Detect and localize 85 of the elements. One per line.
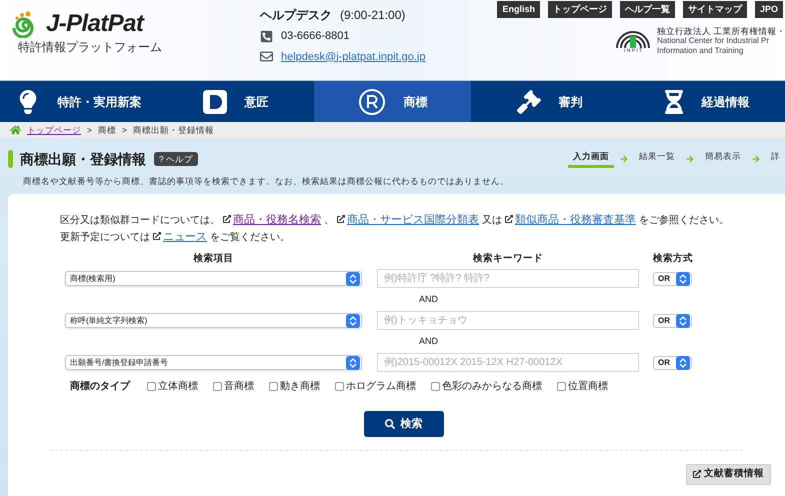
step-label: 結果一覧 [638, 150, 676, 164]
mail-icon [260, 50, 273, 64]
external-link[interactable]: ニュース [163, 230, 207, 243]
keyword-input[interactable]: 例)2015-00012X 2015-12X H27-00012X [377, 353, 639, 372]
external-link-icon [153, 232, 161, 240]
helpdesk-hours: (9:00-21:00) [340, 7, 406, 24]
column-header: 検索項目 [192, 252, 234, 266]
help-button[interactable]: ? ヘルプ [154, 152, 198, 166]
breadcrumb-item: 商標 [98, 124, 116, 136]
select-arrows-icon [676, 314, 690, 328]
select-arrows-icon [676, 356, 690, 370]
checkbox[interactable] [213, 382, 222, 391]
breadcrumb-separator: > [87, 124, 92, 136]
top-link-button[interactable]: サイトマップ [682, 1, 747, 18]
arrow-icon [752, 155, 760, 163]
arrow-icon [686, 155, 694, 163]
nav-tab[interactable]: 商標 [314, 81, 471, 122]
and-label: AND [419, 293, 438, 306]
column-header: 検索方式 [653, 252, 693, 266]
search-button[interactable]: 検索 [364, 410, 444, 437]
search-mode-select[interactable]: OR [653, 356, 692, 370]
external-link-icon [223, 214, 231, 223]
page-title: 商標出願・登録情報 [20, 150, 146, 169]
external-link-icon [337, 214, 345, 223]
select-arrows-icon [676, 272, 690, 286]
keyword-input[interactable]: 例)トッキョチョウ [377, 311, 639, 330]
checkbox[interactable] [557, 382, 566, 391]
checkbox[interactable] [147, 382, 156, 391]
search-mode-select[interactable]: OR [653, 314, 692, 328]
step-label: 簡易表示 [704, 150, 742, 164]
select-arrows-icon [346, 356, 360, 370]
top-link-button[interactable]: English [497, 1, 540, 18]
step-label: 入力画面 [568, 150, 614, 168]
checkbox-label: 位置商標 [568, 380, 608, 394]
type-label: 商標のタイプ [70, 379, 130, 394]
search-item-select[interactable]: 称呼(単純文字列検索) [65, 313, 362, 328]
top-link-button[interactable]: ヘルプ一覧 [620, 1, 675, 18]
arrow-icon [620, 155, 628, 163]
search-item-select[interactable]: 出願番号/書換登録申請番号 [65, 355, 362, 370]
phone-number: 03-6666-8801 [281, 29, 350, 44]
breadcrumb-item: 商標出願・登録情報 [132, 124, 214, 136]
column-header: 検索キーワード [472, 252, 544, 266]
home-icon [10, 125, 21, 135]
step-label: 詳 [770, 150, 781, 164]
inpit-name-en: Information and Training [657, 46, 744, 56]
page-description: 商標名や文献番号等から商標、書誌的事項等を検索できます。なお、検索結果は商標公報に代わるものではありません。 [22, 175, 510, 188]
checkbox[interactable] [335, 382, 344, 391]
keyword-input[interactable]: 例)特許庁 ?特許? 特許? [377, 269, 639, 288]
gavel-icon [516, 90, 540, 114]
notice-text: 区分又は類似群コードについては、 商品・役務名検索 、 商品・サービス国際分類表 又は 類似商品・役務審査基準 をご参照ください。 [60, 212, 730, 228]
logo-wordmark: J-PlatPat [46, 12, 144, 36]
and-label: AND [419, 335, 438, 348]
checkbox-label: 色彩のみからなる商標 [442, 380, 542, 394]
checkbox-label: 音商標 [224, 380, 254, 394]
checkbox-label: ホログラム商標 [346, 380, 416, 394]
breadcrumb-separator: > [122, 124, 127, 136]
notice-text: 更新予定については ニュース をご覧ください。 [60, 230, 291, 245]
top-link-button[interactable]: JPO [754, 1, 783, 18]
checkbox-label: 動き商標 [280, 380, 320, 394]
inpit-name-en: National Center for Industrial Pr [657, 36, 770, 46]
search-mode-select[interactable]: OR [653, 272, 692, 286]
breadcrumb-link[interactable]: トップページ [27, 124, 81, 136]
external-link[interactable]: 商品・役務名検索 [233, 214, 321, 226]
document-info-button[interactable]: 文献蓄積情報 [686, 464, 771, 485]
title-marker [8, 150, 13, 168]
registered-mark-icon [358, 88, 386, 116]
select-arrows-icon [346, 272, 360, 286]
checkbox[interactable] [269, 382, 278, 391]
external-link-icon [693, 470, 701, 478]
document-d-icon [202, 90, 226, 114]
email-link[interactable]: helpdesk@j-platpat.inpit.go.jp [281, 48, 426, 65]
external-link-icon [505, 214, 513, 223]
checkbox-label: 立体商標 [158, 380, 198, 394]
external-link[interactable]: 商品・サービス国際分類表 [347, 214, 479, 226]
phone-icon [260, 30, 273, 43]
helpdesk-label: ヘルプデスク [260, 7, 332, 24]
select-arrows-icon [346, 314, 360, 328]
hourglass-icon [664, 90, 684, 114]
logo-subtitle: 特許情報プラットフォーム [18, 39, 163, 56]
search-item-select[interactable]: 商標(検索用) [65, 271, 362, 286]
checkbox[interactable] [431, 382, 440, 391]
external-link[interactable]: 類似商品・役務審査基準 [515, 214, 636, 226]
inpit-name-ja: 独立行政法人 工業所有権情報・ [657, 26, 785, 36]
search-icon [384, 418, 394, 429]
top-link-button[interactable]: トップページ [548, 1, 612, 18]
